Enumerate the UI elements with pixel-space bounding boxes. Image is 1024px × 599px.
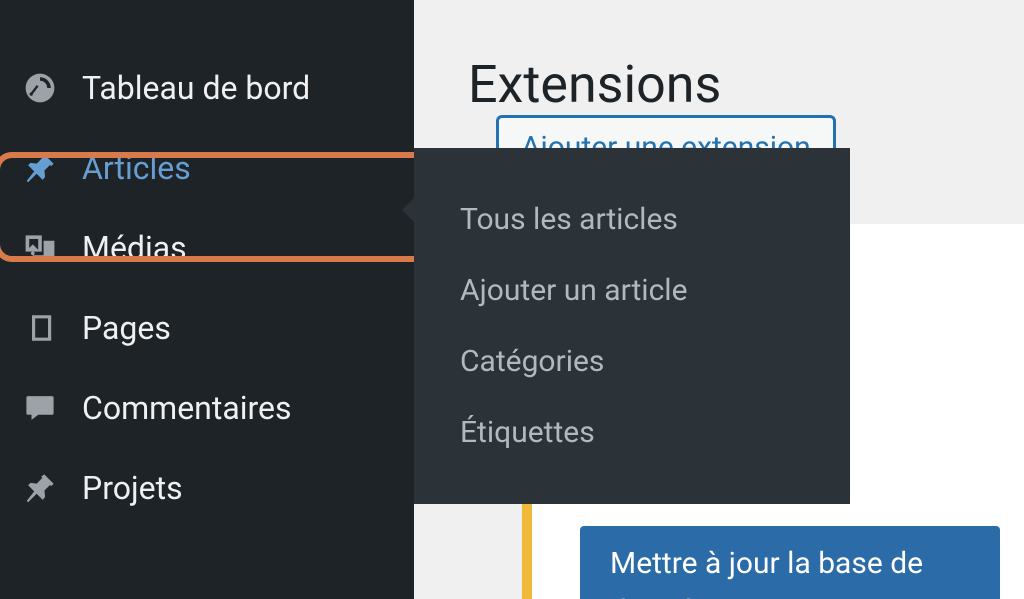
- pages-icon: [20, 308, 60, 348]
- articles-flyout: Tous les articles Ajouter un article Cat…: [414, 148, 850, 504]
- sidebar-item-projects[interactable]: Projets: [0, 448, 414, 528]
- pin-icon: [20, 468, 60, 508]
- sidebar-item-articles[interactable]: Articles: [0, 128, 414, 208]
- sidebar-item-dashboard[interactable]: Tableau de bord: [0, 48, 414, 128]
- sidebar-item-label: Pages: [82, 309, 171, 347]
- comment-icon: [20, 388, 60, 428]
- sidebar-item-label: Articles: [82, 149, 191, 187]
- flyout-arrow: [402, 196, 416, 224]
- sidebar-item-label: Projets: [82, 469, 183, 507]
- flyout-item-tags[interactable]: Étiquettes: [414, 397, 850, 468]
- flyout-item-add-article[interactable]: Ajouter un article: [414, 255, 850, 326]
- sidebar-item-pages[interactable]: Pages: [0, 288, 414, 368]
- sidebar-item-label: Commentaires: [82, 389, 292, 427]
- flyout-item-all-articles[interactable]: Tous les articles: [414, 184, 850, 255]
- pin-icon: [20, 148, 60, 188]
- update-db-button[interactable]: Mettre à jour la base de données: [580, 526, 1000, 599]
- sidebar-item-label: Tableau de bord: [82, 69, 310, 107]
- media-icon: [20, 228, 60, 268]
- sidebar-item-comments[interactable]: Commentaires: [0, 368, 414, 448]
- page-title: Extensions: [468, 54, 721, 115]
- dashboard-icon: [20, 68, 60, 108]
- flyout-item-categories[interactable]: Catégories: [414, 326, 850, 397]
- sidebar-item-label: Médias: [82, 229, 187, 267]
- sidebar-item-media[interactable]: Médias: [0, 208, 414, 288]
- admin-sidebar: Tableau de bord Articles Médias Pages Co…: [0, 0, 414, 599]
